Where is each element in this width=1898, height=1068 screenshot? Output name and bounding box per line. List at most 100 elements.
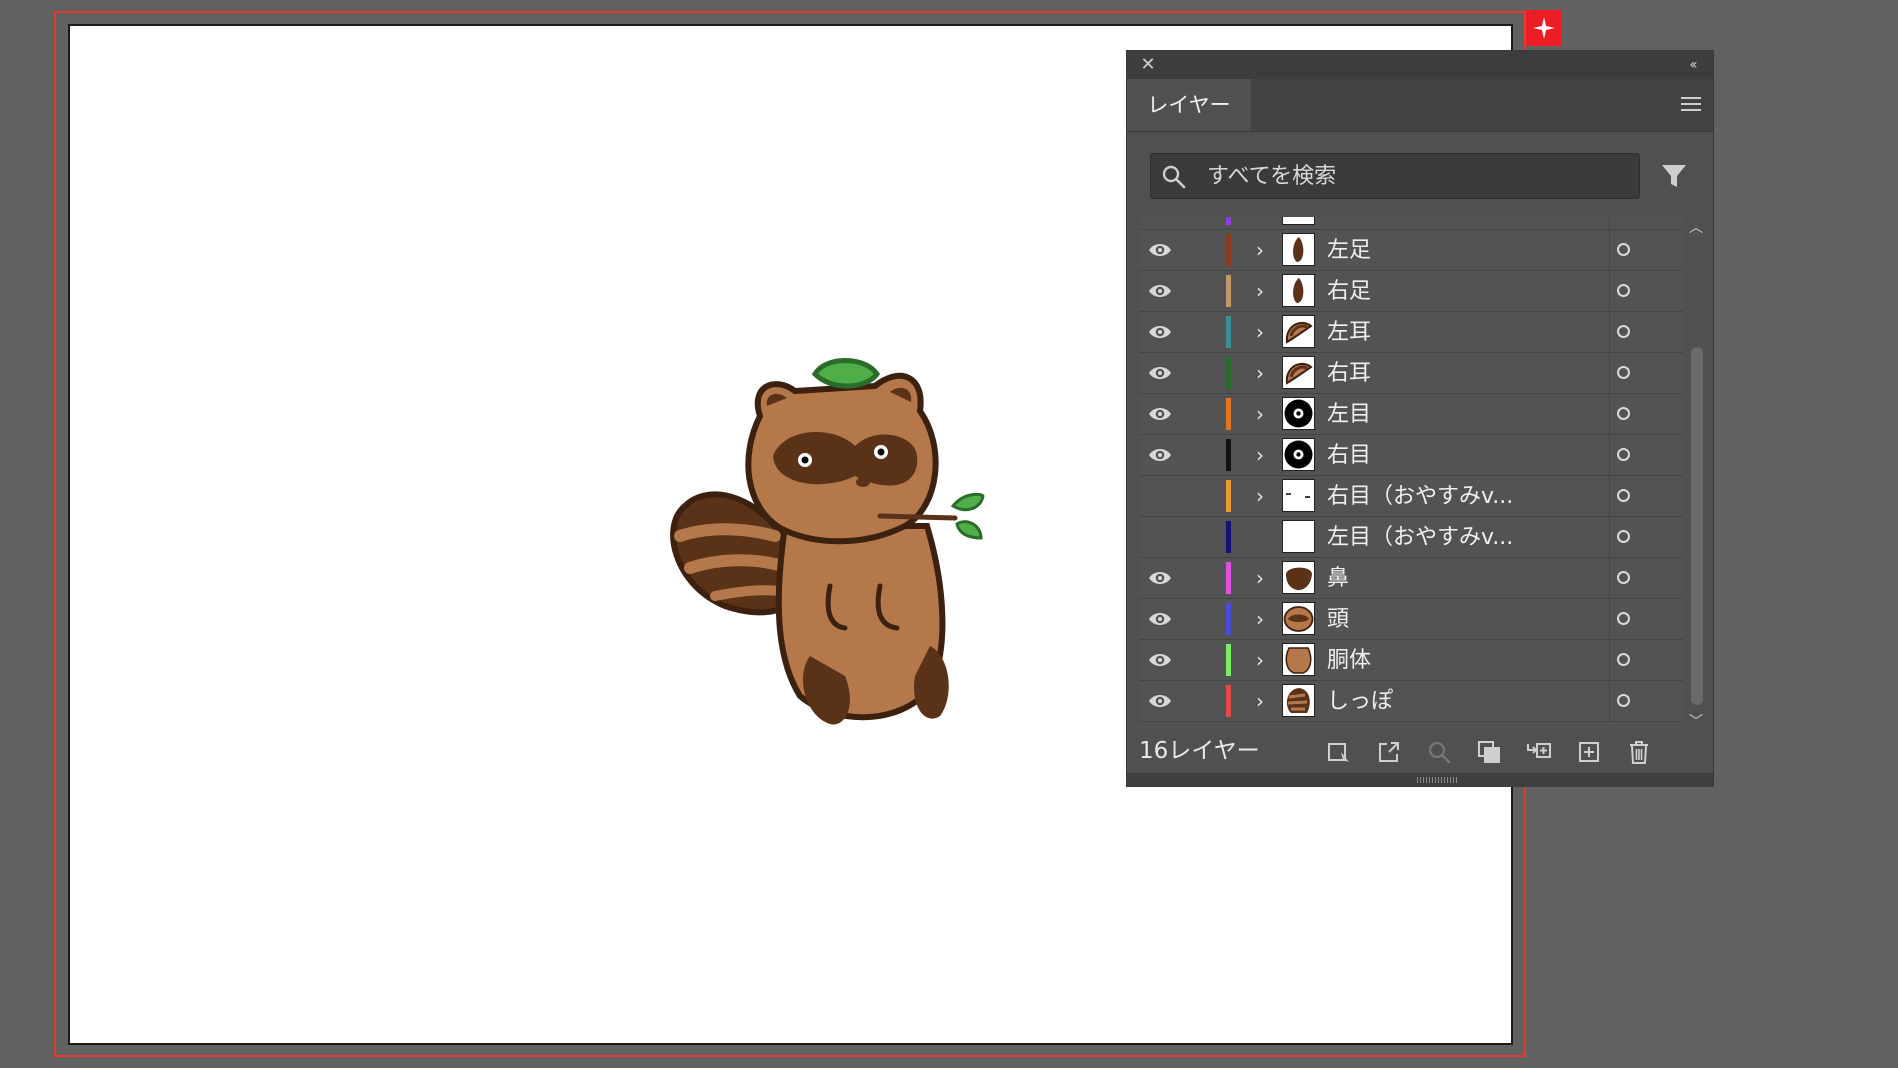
create-sublayer-button[interactable]	[1525, 738, 1553, 766]
eye-icon[interactable]	[1147, 648, 1173, 672]
layer-row[interactable]: › 右耳	[1139, 353, 1683, 394]
export-button[interactable]	[1375, 738, 1403, 766]
target-circle-icon[interactable]	[1617, 366, 1630, 379]
search-input[interactable]	[1207, 154, 1627, 198]
panel-titlebar[interactable]: ✕ ‹‹	[1127, 51, 1713, 79]
visibility-toggle[interactable]	[1147, 484, 1173, 508]
layer-name[interactable]: 胴体	[1327, 640, 1371, 681]
layer-color-swatch	[1226, 562, 1231, 594]
chevron-right-icon[interactable]: ›	[1251, 360, 1269, 386]
layer-name[interactable]: 右耳	[1327, 353, 1371, 394]
layer-thumbnail	[1282, 274, 1315, 307]
chevron-right-icon[interactable]: ›	[1251, 237, 1269, 263]
chevron-right-icon[interactable]: ›	[1251, 483, 1269, 509]
target-circle-icon[interactable]	[1617, 448, 1630, 461]
layer-row[interactable]: › 右足	[1139, 271, 1683, 312]
layer-row[interactable]: › しっぽ	[1139, 681, 1683, 722]
scroll-up-icon[interactable]: ︿	[1687, 217, 1705, 236]
layer-row-partial[interactable]	[1139, 217, 1683, 230]
locate-object-button[interactable]	[1425, 738, 1453, 766]
chevron-right-icon[interactable]: ›	[1251, 647, 1269, 673]
target-circle-icon[interactable]	[1617, 694, 1630, 707]
search-box	[1150, 153, 1640, 199]
clipping-mask-icon	[1478, 741, 1500, 763]
scroll-down-icon[interactable]: ﹀	[1687, 711, 1705, 730]
layer-thumbnail	[1282, 520, 1315, 553]
layer-list-scrollbar[interactable]: ︿ ﹀	[1685, 217, 1707, 730]
eye-icon[interactable]	[1147, 689, 1173, 713]
visibility-toggle[interactable]	[1147, 525, 1173, 549]
chevron-right-icon[interactable]: ›	[1251, 606, 1269, 632]
locate-object-icon	[1428, 741, 1451, 764]
chevron-right-icon[interactable]: ›	[1251, 442, 1269, 468]
chevron-right-icon[interactable]: ›	[1251, 688, 1269, 714]
target-circle-icon[interactable]	[1617, 612, 1630, 625]
tanuki-illustration[interactable]	[665, 356, 1055, 731]
column-divider	[1609, 230, 1610, 270]
layer-row[interactable]: › 鼻	[1139, 558, 1683, 599]
layer-name[interactable]: 右目	[1327, 435, 1371, 476]
layer-name[interactable]: 右足	[1327, 271, 1371, 312]
eye-icon[interactable]	[1147, 320, 1173, 344]
layer-name[interactable]: しっぽ	[1327, 681, 1393, 722]
chevron-right-icon[interactable]: ›	[1251, 565, 1269, 591]
layer-name[interactable]: 頭	[1327, 599, 1349, 640]
panel-tab-strip: レイヤー	[1127, 79, 1713, 132]
eye-icon[interactable]	[1147, 443, 1173, 467]
layer-list[interactable]: › 左足 › 右足 › 左耳 › 右耳 › 左目 › 右目 › 右目（おやすみv... 左目（おやすみv..…	[1139, 217, 1683, 729]
layer-row[interactable]: › 右目（おやすみv...	[1139, 476, 1683, 517]
layer-row[interactable]: › 左足	[1139, 230, 1683, 271]
layer-name[interactable]: 左耳	[1327, 312, 1371, 353]
layer-row[interactable]: › 左目	[1139, 394, 1683, 435]
tab-layers[interactable]: レイヤー	[1127, 79, 1251, 131]
artboard-badge-icon[interactable]	[1526, 10, 1562, 46]
column-divider	[1609, 558, 1610, 598]
layer-name[interactable]: 鼻	[1327, 558, 1349, 599]
layer-count: 16レイヤー	[1139, 738, 1260, 764]
panel-menu-icon[interactable]	[1679, 93, 1703, 117]
target-circle-icon[interactable]	[1617, 243, 1630, 256]
create-layer-button[interactable]	[1575, 738, 1603, 766]
eye-icon[interactable]	[1147, 238, 1173, 262]
layer-thumbnail	[1282, 315, 1315, 348]
collect-for-export-button[interactable]	[1325, 738, 1353, 766]
layer-name[interactable]: 左足	[1327, 230, 1371, 271]
target-circle-icon[interactable]	[1617, 284, 1630, 297]
eye-icon[interactable]	[1147, 566, 1173, 590]
layer-name[interactable]: 左目	[1327, 394, 1371, 435]
layer-color-swatch	[1226, 398, 1231, 430]
chevron-right-icon[interactable]: ›	[1251, 319, 1269, 345]
scroll-thumb[interactable]	[1691, 347, 1703, 705]
trash-icon	[1630, 741, 1648, 764]
target-circle-icon[interactable]	[1617, 407, 1630, 420]
target-circle-icon[interactable]	[1617, 653, 1630, 666]
layer-thumbnail	[1282, 684, 1315, 717]
layer-row[interactable]: › 左耳	[1139, 312, 1683, 353]
target-circle-icon[interactable]	[1617, 489, 1630, 502]
panel-resize-grip[interactable]	[1127, 773, 1713, 787]
layer-row[interactable]: › 右目	[1139, 435, 1683, 476]
target-circle-icon[interactable]	[1617, 530, 1630, 543]
eye-icon[interactable]	[1147, 361, 1173, 385]
panel-close-button[interactable]: ✕	[1137, 54, 1159, 76]
target-circle-icon[interactable]	[1617, 571, 1630, 584]
delete-layer-button[interactable]	[1625, 738, 1653, 766]
layer-row[interactable]: 左目（おやすみv...	[1139, 517, 1683, 558]
filter-icon[interactable]	[1659, 161, 1689, 191]
chevron-right-icon[interactable]: ›	[1251, 401, 1269, 427]
layer-color-swatch	[1226, 685, 1231, 717]
panel-footer: 16レイヤー	[1127, 731, 1713, 771]
layer-color-swatch	[1226, 217, 1231, 225]
target-circle-icon[interactable]	[1617, 325, 1630, 338]
layer-name[interactable]: 左目（おやすみv...	[1327, 517, 1513, 558]
layer-row[interactable]: › 胴体	[1139, 640, 1683, 681]
eye-icon[interactable]	[1147, 279, 1173, 303]
layer-color-swatch	[1226, 439, 1231, 471]
layer-name[interactable]: 右目（おやすみv...	[1327, 476, 1513, 517]
eye-icon[interactable]	[1147, 607, 1173, 631]
panel-collapse-button[interactable]: ‹‹	[1681, 54, 1703, 76]
make-clipping-mask-button[interactable]	[1475, 738, 1503, 766]
layer-row[interactable]: › 頭	[1139, 599, 1683, 640]
chevron-right-icon[interactable]: ›	[1251, 278, 1269, 304]
eye-icon[interactable]	[1147, 402, 1173, 426]
